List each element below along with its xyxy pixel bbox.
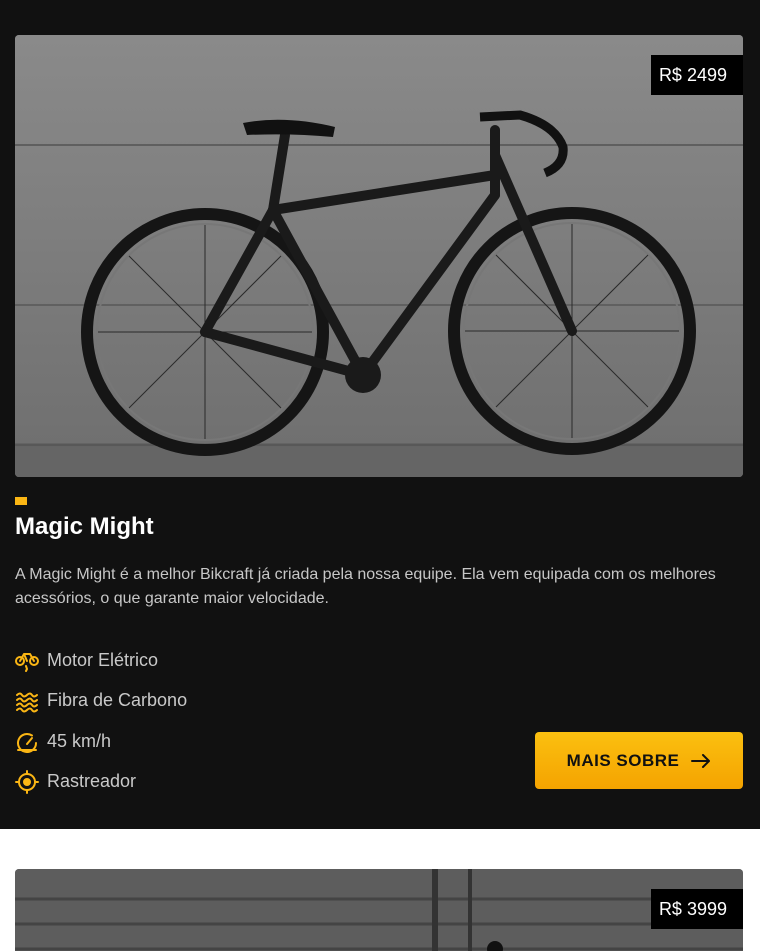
bike-image (15, 35, 743, 477)
product-title: Magic Might (15, 513, 154, 540)
feature-label: Rastreador (47, 771, 137, 792)
accent-bar (15, 497, 27, 505)
bike-photo: R$ 3999 (15, 869, 743, 951)
feature-item: 45 km/h (15, 721, 187, 762)
feature-item: Fibra de Carbono (15, 681, 187, 722)
feature-item: Rastreador (15, 762, 187, 803)
feature-item: Motor Elétrico (15, 640, 187, 681)
speedometer-icon (15, 729, 39, 754)
product-description: A Magic Might é a melhor Bikcraft já cri… (15, 566, 716, 607)
feature-list: Motor Elétrico Fibra de Carbono 45 km/h (15, 640, 187, 802)
price-tag: R$ 2499 (650, 55, 743, 95)
product-card-magic-might: R$ 2499 Magic Might A Magic Might é a me… (0, 0, 760, 829)
more-info-button[interactable]: MAIS SOBRE (535, 732, 743, 789)
product-card-2: R$ 3999 (0, 869, 760, 951)
price-tag: R$ 3999 (650, 889, 743, 929)
feature-label: Motor Elétrico (47, 649, 159, 670)
arrow-right-icon (691, 753, 711, 768)
more-info-button-label: MAIS SOBRE (566, 750, 680, 770)
feature-label: Fibra de Carbono (47, 690, 188, 711)
carbon-fiber-icon (15, 689, 39, 713)
electric-bike-icon (15, 648, 39, 673)
bike-image (15, 869, 743, 951)
tracker-icon (15, 769, 39, 794)
feature-label: 45 km/h (47, 730, 112, 751)
bike-photo: R$ 2499 (15, 35, 743, 477)
